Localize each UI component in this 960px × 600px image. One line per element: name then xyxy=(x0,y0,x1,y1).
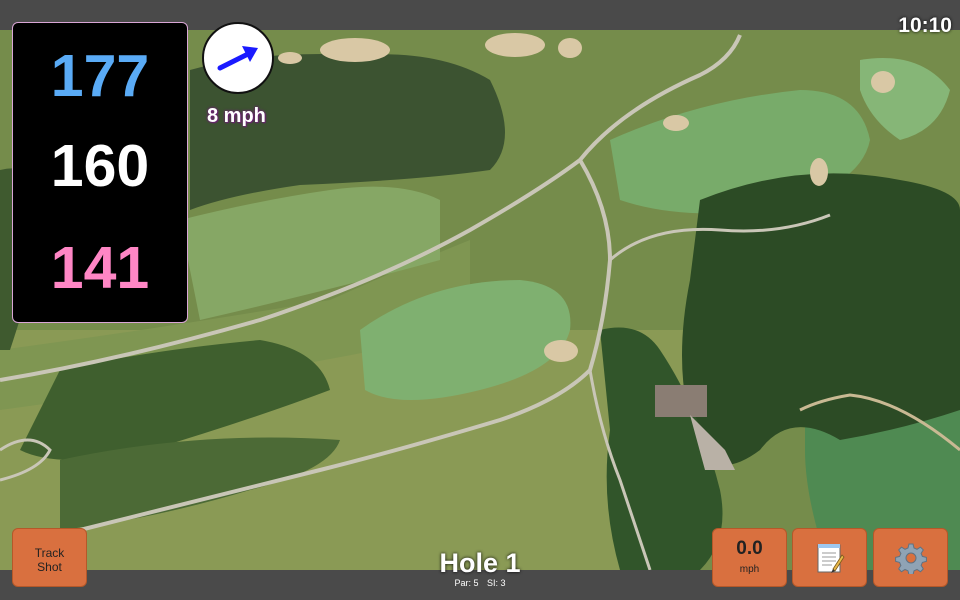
hole-stroke-index: SI: 3 xyxy=(487,578,506,588)
back-distance: 177 xyxy=(50,43,150,109)
distance-panel: 177 160 141 xyxy=(12,22,188,323)
speed-button[interactable]: 0.0 mph xyxy=(712,528,787,587)
hole-title: Hole 1 xyxy=(439,548,521,578)
status-clock: 10:10 xyxy=(898,14,952,37)
notepad-icon xyxy=(817,543,845,573)
wind-indicator xyxy=(202,22,274,94)
notes-button[interactable] xyxy=(792,528,867,587)
wind-direction-arrow-icon xyxy=(217,46,258,71)
hole-par: Par: 5 xyxy=(454,578,479,588)
wind-speed-label: 8 mph xyxy=(207,105,266,127)
track-shot-button[interactable]: Track Shot xyxy=(12,528,87,587)
hole-info: Par: 5 SI: 3 xyxy=(380,578,580,588)
track-shot-label-line2: Shot xyxy=(37,560,62,574)
speed-value: 0.0 xyxy=(736,538,763,559)
speed-unit: mph xyxy=(739,564,760,575)
settings-button[interactable] xyxy=(873,528,948,587)
clubhouse xyxy=(655,385,707,417)
middle-distance: 160 xyxy=(50,133,150,199)
gear-icon xyxy=(894,543,927,574)
front-distance: 141 xyxy=(50,235,150,301)
track-shot-label-line1: Track xyxy=(34,546,65,560)
